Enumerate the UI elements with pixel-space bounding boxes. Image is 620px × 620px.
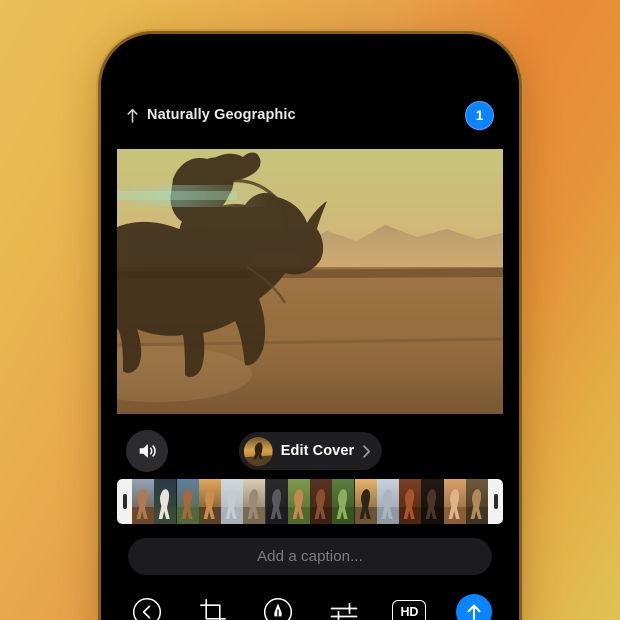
caption-placeholder: Add a caption... [257,548,363,565]
frame-dark-horse-head [265,479,288,524]
timeline-frame[interactable] [221,479,244,524]
frame-dark-stall [421,479,444,524]
frame-resting-horse-grass [287,479,310,524]
timeline-frame[interactable] [176,479,199,524]
phone-frame: Naturally Geographic 1 Edit Cover Add a … [101,34,519,620]
timeline-frame[interactable] [399,479,422,524]
timeline-frame[interactable] [154,479,177,524]
frame-horse-face [465,479,488,524]
frame-pale-sky [221,479,244,524]
timeline-frame[interactable] [243,479,266,524]
trim-handle-grip [493,494,498,509]
cover-thumbnail-image [243,436,273,466]
frame-misty-light [376,479,399,524]
frame-horse-blanket [443,479,466,524]
send-button[interactable] [455,594,492,620]
share-destination[interactable]: Naturally Geographic [126,107,465,123]
arrow-up-icon [467,604,481,620]
mute-toggle-button[interactable] [126,430,168,472]
timeline-frame[interactable] [332,479,355,524]
timeline-frames[interactable] [132,479,488,524]
status-badge[interactable]: 1 [465,100,494,130]
timeline-frame[interactable] [132,479,155,524]
caption-input[interactable]: Add a caption... [128,538,492,575]
trim-handle-grip [122,494,127,509]
trim-handle-left[interactable] [117,479,132,524]
crop-icon [199,599,226,620]
phone-screen: Naturally Geographic 1 Edit Cover Add a … [104,37,516,620]
markup-button[interactable] [259,593,297,620]
timeline-frame[interactable] [310,479,333,524]
chevron-right-icon [362,444,370,458]
timeline-frame[interactable] [265,479,288,524]
edit-toolbar: HD [104,589,516,620]
timeline-frame[interactable] [421,479,444,524]
adjust-button[interactable] [325,593,363,620]
timeline-frame[interactable] [376,479,399,524]
hd-label: HD [400,605,419,619]
video-preview[interactable] [117,149,503,414]
edit-cover-button[interactable]: Edit Cover [238,432,382,470]
preview-controls: Edit Cover [104,430,516,474]
back-button[interactable] [128,593,166,620]
chevron-left-circle-icon [132,597,162,620]
edit-cover-label: Edit Cover [280,443,355,459]
trim-handle-right[interactable] [488,479,503,524]
hd-badge-icon: HD [392,599,427,620]
cover-thumbnail [243,436,273,466]
speaker-wave-icon [139,444,156,458]
frame-horse-closeup [132,479,155,524]
frame-chestnut-coat [399,479,422,524]
frame-horse-portrait [310,479,333,524]
pen-circle-icon [264,597,293,620]
timeline-frame[interactable] [354,479,377,524]
timeline-frame[interactable] [443,479,466,524]
hd-toggle[interactable]: HD [390,593,428,620]
page-title: Naturally Geographic [147,107,296,123]
frame-green-pasture [332,479,355,524]
timeline-frame[interactable] [198,479,221,524]
frame-brown-horse-hill [176,479,199,524]
frame-rider-sunset [354,479,377,524]
video-preview-image [117,149,503,414]
video-timeline[interactable] [117,479,503,524]
crop-button[interactable] [194,593,232,620]
frame-sunset-dunes [198,479,221,524]
up-arrow-icon [127,108,138,123]
timeline-frame[interactable] [287,479,310,524]
share-sheet-header: Naturally Geographic 1 [104,92,516,138]
timeline-frame[interactable] [465,479,488,524]
screenshot-stage: Naturally Geographic 1 Edit Cover Add a … [0,0,620,620]
frame-hazy-field [243,479,266,524]
sliders-icon [330,602,358,620]
frame-white-horse [154,479,177,524]
